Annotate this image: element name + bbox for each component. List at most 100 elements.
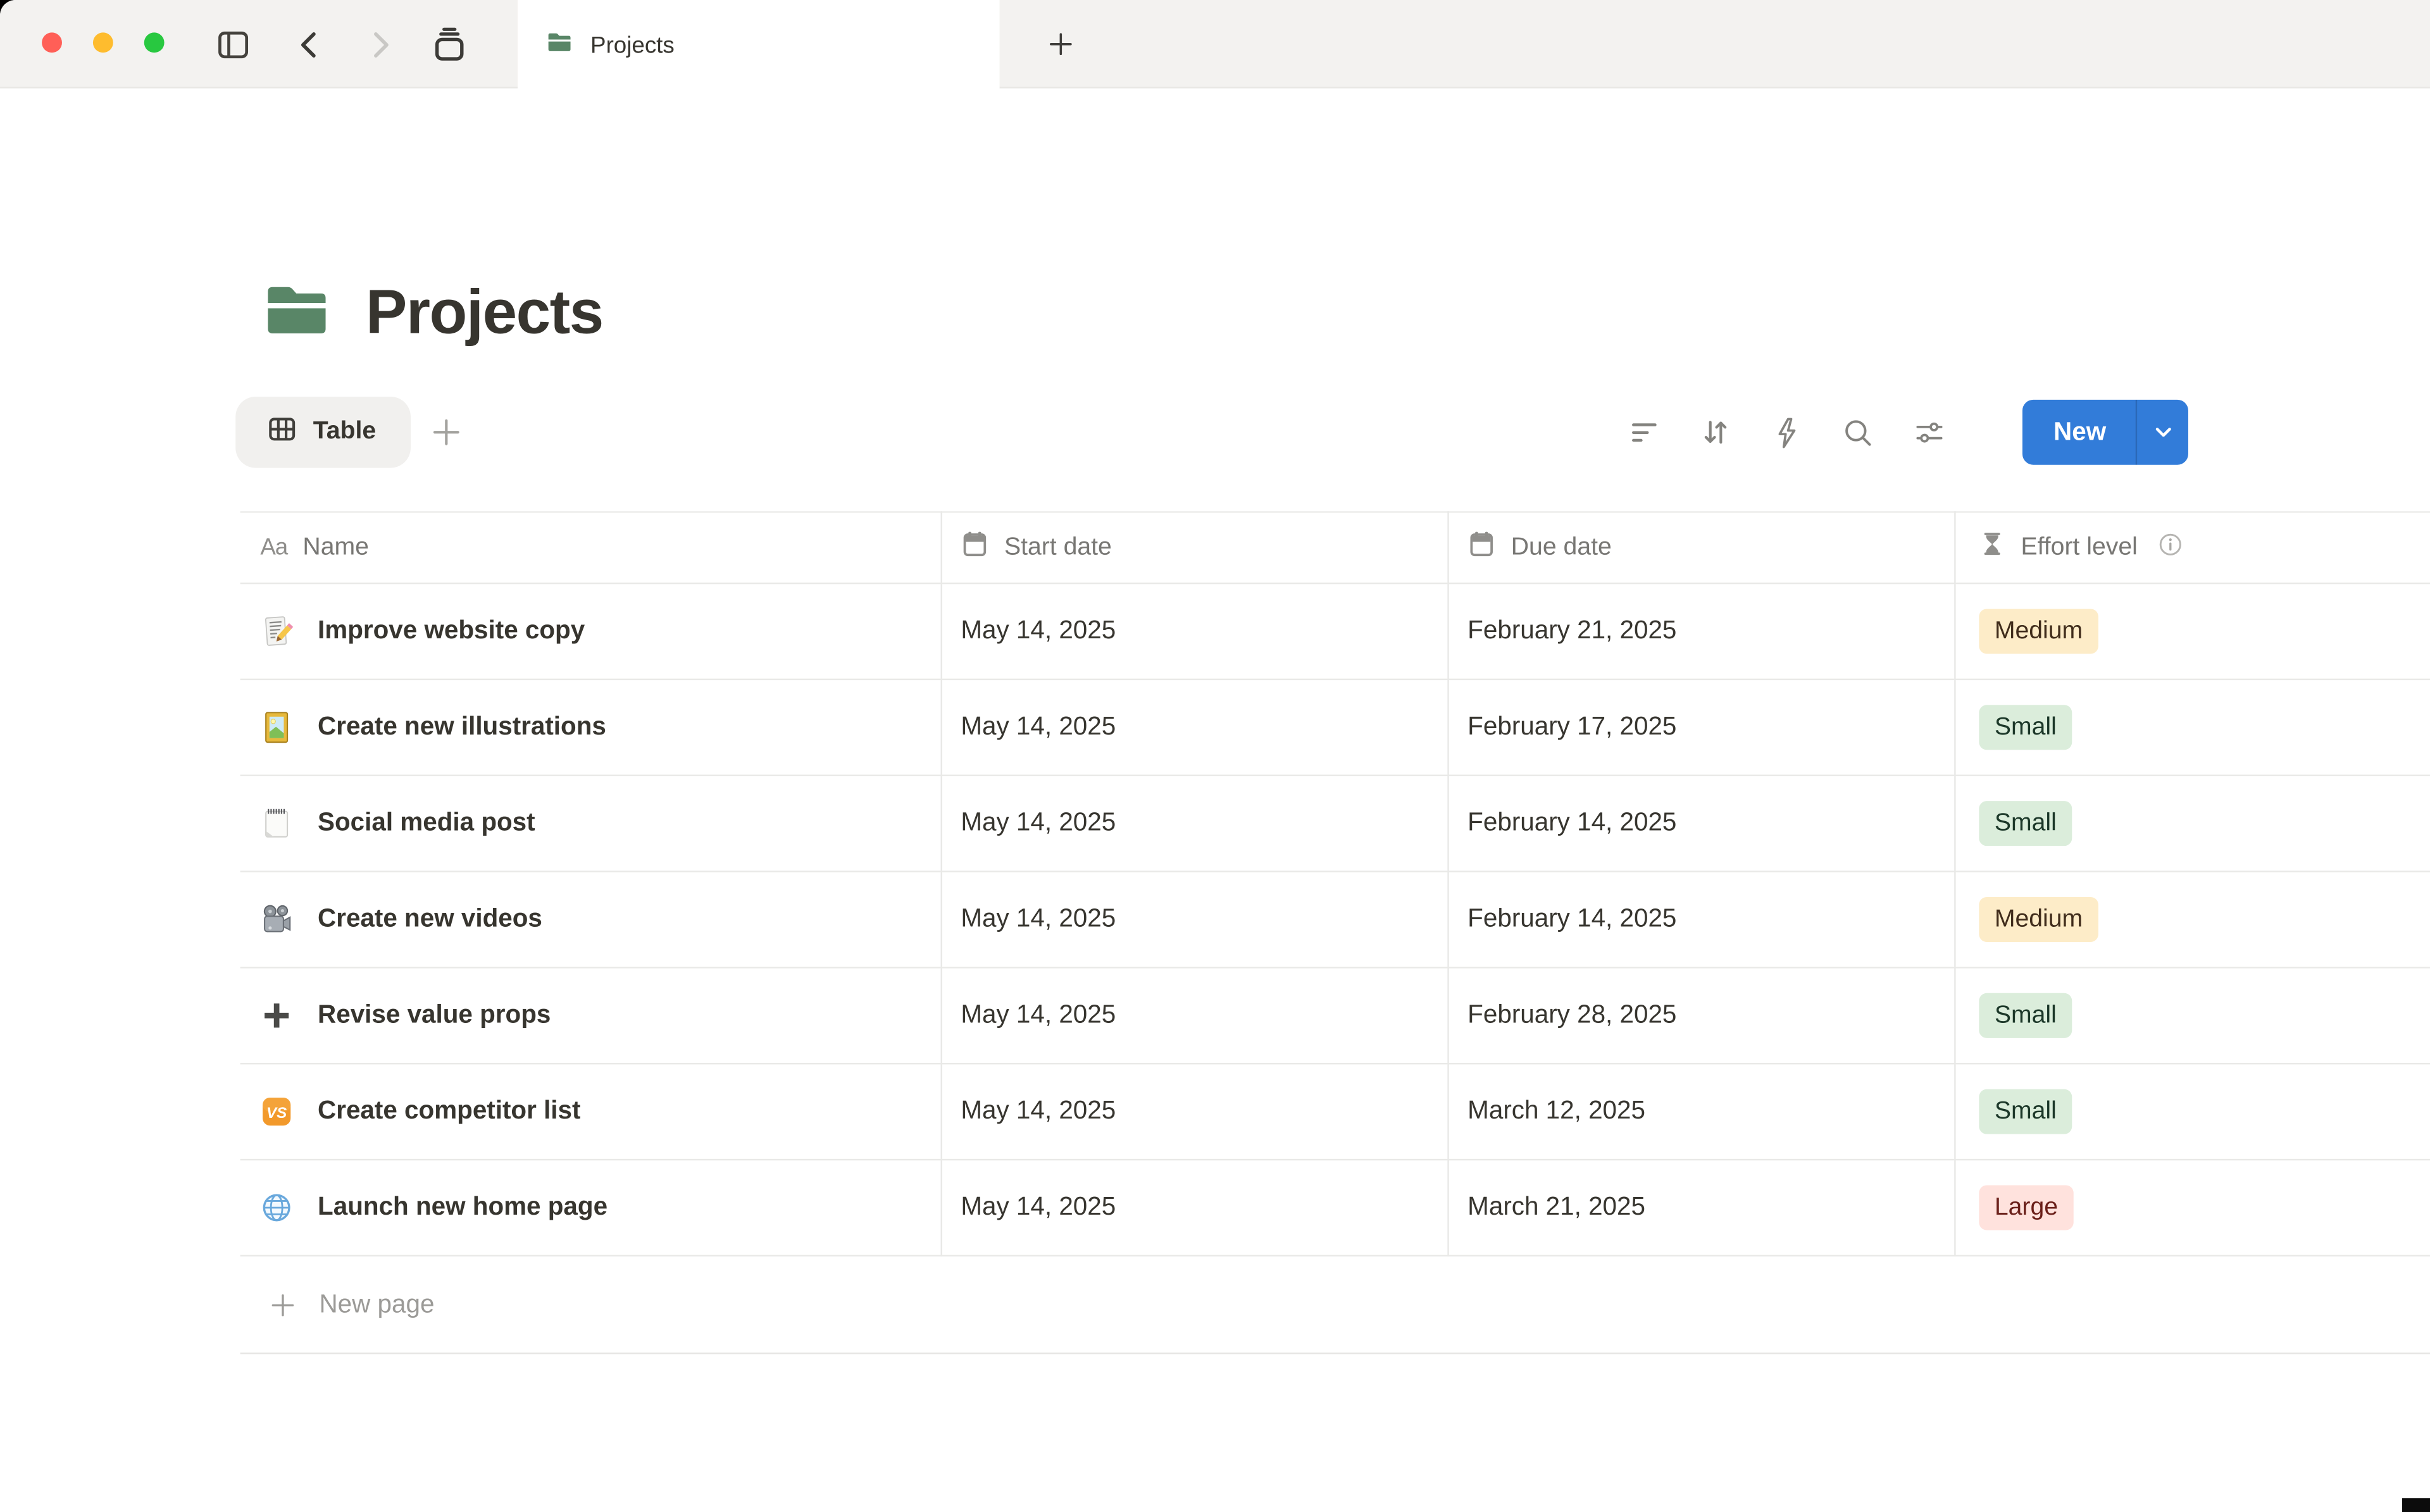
effort-tag: Small [1979, 801, 2072, 846]
due-date-cell[interactable]: March 21, 2025 [1447, 1193, 1954, 1223]
column-header-due-date[interactable]: Due date [1447, 530, 1954, 566]
effort-cell[interactable]: Small [1954, 1089, 2430, 1134]
due-date-cell[interactable]: February 28, 2025 [1447, 1001, 1954, 1031]
plus-icon [270, 1291, 296, 1318]
globe-emoji [260, 1191, 292, 1224]
table-row[interactable]: VS Create competitor list May 14, 2025 M… [240, 1064, 2430, 1160]
new-tab-button[interactable] [1035, 18, 1085, 68]
add-view-button[interactable] [420, 406, 472, 459]
name-cell[interactable]: Revise value props [240, 1000, 941, 1032]
minimize-button[interactable] [93, 32, 113, 53]
effort-cell[interactable]: Medium [1954, 609, 2430, 654]
calendar-icon [1467, 530, 1495, 566]
info-icon[interactable] [2158, 531, 2184, 565]
close-button[interactable] [42, 32, 62, 53]
start-date-cell[interactable]: May 14, 2025 [941, 1097, 1448, 1127]
start-date-cell[interactable]: May 14, 2025 [941, 1193, 1448, 1223]
calendar-icon [961, 530, 988, 566]
column-divider[interactable] [1447, 511, 1449, 1256]
column-header-effort-level[interactable]: Effort level [1954, 530, 2430, 566]
new-split-button: New [2022, 400, 2188, 465]
column-header-name[interactable]: Aa Name [240, 534, 941, 562]
page-name: Launch new home page [318, 1193, 608, 1223]
heavy-plus-emoji [260, 1000, 292, 1032]
table-row[interactable]: Social media post May 14, 2025 February … [240, 776, 2430, 872]
table-row[interactable]: Improve website copy May 14, 2025 Februa… [240, 584, 2430, 680]
name-cell[interactable]: Create new videos [240, 903, 941, 936]
tab-title: Projects [590, 32, 675, 58]
effort-tag: Large [1979, 1185, 2073, 1230]
table-row[interactable]: Create new illustrations May 14, 2025 Fe… [240, 680, 2430, 776]
new-button[interactable]: New [2022, 400, 2136, 465]
column-divider[interactable] [941, 511, 942, 1256]
table-body: Improve website copy May 14, 2025 Februa… [240, 584, 2430, 1256]
svg-text:VS: VS [266, 1105, 287, 1122]
view-controls-row: Table [235, 397, 2188, 468]
search-icon[interactable] [1843, 417, 1874, 448]
new-page-row[interactable]: New page [240, 1256, 2430, 1354]
column-label: Start date [1004, 534, 1112, 562]
new-button-dropdown[interactable] [2137, 400, 2188, 465]
column-header-start-date[interactable]: Start date [941, 530, 1448, 566]
sort-icon[interactable] [1700, 417, 1731, 448]
name-cell[interactable]: VS Create competitor list [240, 1095, 941, 1127]
automations-lightning-icon[interactable] [1771, 417, 1802, 448]
effort-tag: Small [1979, 1089, 2072, 1134]
page-folder-icon[interactable] [260, 273, 333, 353]
framed-picture-emoji [260, 711, 292, 743]
titlebar: Projects [0, 0, 2430, 89]
table-view-label: Table [313, 418, 376, 446]
vs-button-emoji: VS [260, 1095, 292, 1127]
start-date-cell[interactable]: May 14, 2025 [941, 809, 1448, 838]
traffic-lights [42, 32, 164, 53]
due-date-cell[interactable]: February 17, 2025 [1447, 713, 1954, 743]
page-title[interactable]: Projects [366, 278, 603, 348]
view-options-sliders-icon[interactable] [1914, 417, 1945, 448]
memo-emoji [260, 615, 292, 647]
name-cell[interactable]: Social media post [240, 807, 941, 840]
due-date-cell[interactable]: February 14, 2025 [1447, 809, 1954, 838]
effort-cell[interactable]: Large [1954, 1185, 2430, 1230]
table-row[interactable]: Launch new home page May 14, 2025 March … [240, 1160, 2430, 1256]
tab-projects[interactable]: Projects [518, 0, 1000, 90]
due-date-cell[interactable]: February 14, 2025 [1447, 905, 1954, 934]
due-date-cell[interactable]: March 12, 2025 [1447, 1097, 1954, 1127]
name-cell[interactable]: Create new illustrations [240, 711, 941, 743]
table-row[interactable]: Revise value props May 14, 2025 February… [240, 969, 2430, 1065]
app-root: Projects Projects Table [0, 0, 2430, 1512]
column-divider[interactable] [1954, 511, 1955, 1256]
page-name: Create competitor list [318, 1097, 580, 1127]
table-row[interactable]: Create new videos May 14, 2025 February … [240, 872, 2430, 969]
tab-table-view[interactable]: Table [235, 397, 410, 468]
effort-cell[interactable]: Medium [1954, 897, 2430, 942]
filter-icon[interactable] [1629, 417, 1660, 448]
database-toolbar: New [1629, 400, 2188, 465]
table-header-row: Aa Name Start date Due date [240, 511, 2430, 584]
column-label: Name [302, 534, 369, 562]
start-date-cell[interactable]: May 14, 2025 [941, 617, 1448, 647]
effort-tag: Medium [1979, 609, 2098, 654]
forward-icon[interactable] [367, 28, 395, 59]
due-date-cell[interactable]: February 21, 2025 [1447, 617, 1954, 647]
back-icon[interactable] [294, 28, 322, 59]
column-label: Due date [1511, 534, 1612, 562]
start-date-cell[interactable]: May 14, 2025 [941, 1001, 1448, 1031]
name-cell[interactable]: Launch new home page [240, 1191, 941, 1224]
page-name: Improve website copy [318, 617, 585, 647]
start-date-cell[interactable]: May 14, 2025 [941, 905, 1448, 934]
sidebar-toggle-icon[interactable] [215, 27, 251, 62]
spiral-notepad-emoji [260, 807, 292, 840]
start-date-cell[interactable]: May 14, 2025 [941, 713, 1448, 743]
effort-cell[interactable]: Small [1954, 801, 2430, 846]
page-header: Projects [260, 273, 602, 353]
table-grid-icon [266, 413, 297, 452]
text-property-icon: Aa [260, 535, 287, 561]
effort-cell[interactable]: Small [1954, 993, 2430, 1038]
projects-table: Aa Name Start date Due date [240, 511, 2430, 1354]
effort-tag: Small [1979, 705, 2072, 750]
new-page-label: New page [319, 1290, 434, 1320]
name-cell[interactable]: Improve website copy [240, 615, 941, 647]
tab-stack-icon[interactable] [431, 25, 468, 63]
zoom-button[interactable] [144, 32, 165, 53]
effort-cell[interactable]: Small [1954, 705, 2430, 750]
